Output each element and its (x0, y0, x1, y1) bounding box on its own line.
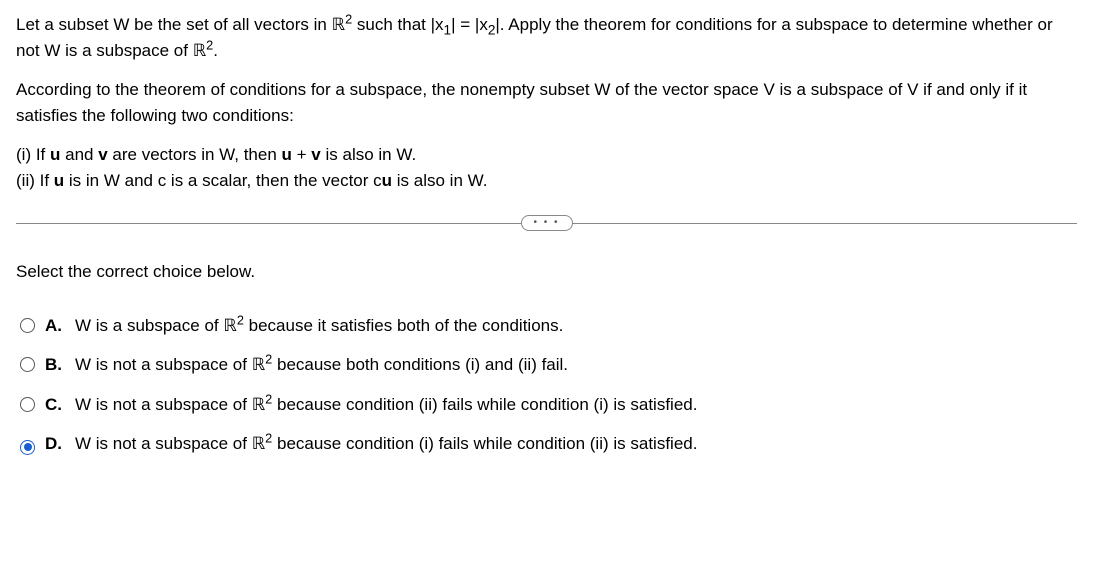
radio-icon[interactable] (20, 318, 35, 333)
opt-pre: W is a subspace of (75, 316, 223, 335)
cii-suffix: is also in W. (392, 171, 487, 190)
ci-mid1: and (60, 145, 98, 164)
option-letter: B. (45, 352, 65, 378)
vec-u: u (382, 171, 392, 190)
opt-post: because both conditions (i) and (ii) fai… (272, 355, 568, 374)
radio-icon[interactable] (20, 397, 35, 412)
opt-post: because condition (ii) fails while condi… (272, 395, 697, 414)
period: . (213, 41, 218, 60)
cii-mid1: is in W and c is a scalar, then the vect… (64, 171, 381, 190)
radio-icon[interactable] (20, 440, 35, 455)
option-b[interactable]: B. W is not a subspace of ℝ2 because bot… (20, 352, 1077, 378)
option-c[interactable]: C. W is not a subspace of ℝ2 because con… (20, 392, 1077, 418)
r2-symbol: ℝ (252, 355, 265, 374)
q-part1: Let a subset W be the set of all vectors… (16, 15, 332, 34)
vec-u: u (282, 145, 292, 164)
ci-suffix: is also in W. (321, 145, 416, 164)
option-text: W is a subspace of ℝ2 because it satisfi… (75, 313, 1077, 339)
r2-symbol: ℝ (252, 395, 265, 414)
question-text: Let a subset W be the set of all vectors… (16, 12, 1077, 63)
opt-pre: W is not a subspace of (75, 355, 252, 374)
ci-prefix: (i) If (16, 145, 50, 164)
section-divider: • • • (16, 213, 1077, 233)
expand-pill-icon[interactable]: • • • (520, 215, 572, 231)
r2-symbol: ℝ (252, 434, 265, 453)
equals: = (456, 15, 475, 34)
vec-v: v (98, 145, 107, 164)
condition-i: (i) If u and v are vectors in W, then u … (16, 142, 1077, 168)
select-prompt: Select the correct choice below. (16, 259, 1077, 285)
option-letter: D. (45, 431, 65, 457)
theorem-statement: According to the theorem of conditions f… (16, 77, 1077, 128)
radio-icon[interactable] (20, 357, 35, 372)
x-var: x (435, 15, 444, 34)
r2-symbol: ℝ (193, 41, 206, 60)
opt-post: because condition (i) fails while condit… (272, 434, 697, 453)
q-part2: such that (352, 15, 430, 34)
r2-symbol: ℝ (332, 15, 345, 34)
vec-u: u (50, 145, 60, 164)
condition-ii: (ii) If u is in W and c is a scalar, the… (16, 168, 1077, 194)
r2-symbol: ℝ (223, 316, 236, 335)
opt-pre: W is not a subspace of (75, 395, 252, 414)
vec-v: v (311, 145, 320, 164)
option-text: W is not a subspace of ℝ2 because condit… (75, 392, 1077, 418)
conditions-block: (i) If u and v are vectors in W, then u … (16, 142, 1077, 193)
option-text: W is not a subspace of ℝ2 because both c… (75, 352, 1077, 378)
option-letter: A. (45, 313, 65, 339)
sup-2: 2 (237, 312, 244, 327)
plus: + (292, 145, 311, 164)
option-d[interactable]: D. W is not a subspace of ℝ2 because con… (20, 431, 1077, 457)
ci-mid2: are vectors in W, then (108, 145, 282, 164)
options-group: A. W is a subspace of ℝ2 because it sati… (20, 313, 1077, 457)
sub-1: 1 (444, 22, 452, 37)
opt-post: because it satisfies both of the conditi… (244, 316, 563, 335)
option-text: W is not a subspace of ℝ2 because condit… (75, 431, 1077, 457)
x-var: x (479, 15, 488, 34)
vec-u: u (54, 171, 64, 190)
option-letter: C. (45, 392, 65, 418)
option-a[interactable]: A. W is a subspace of ℝ2 because it sati… (20, 313, 1077, 339)
cii-prefix: (ii) If (16, 171, 54, 190)
opt-pre: W is not a subspace of (75, 434, 252, 453)
